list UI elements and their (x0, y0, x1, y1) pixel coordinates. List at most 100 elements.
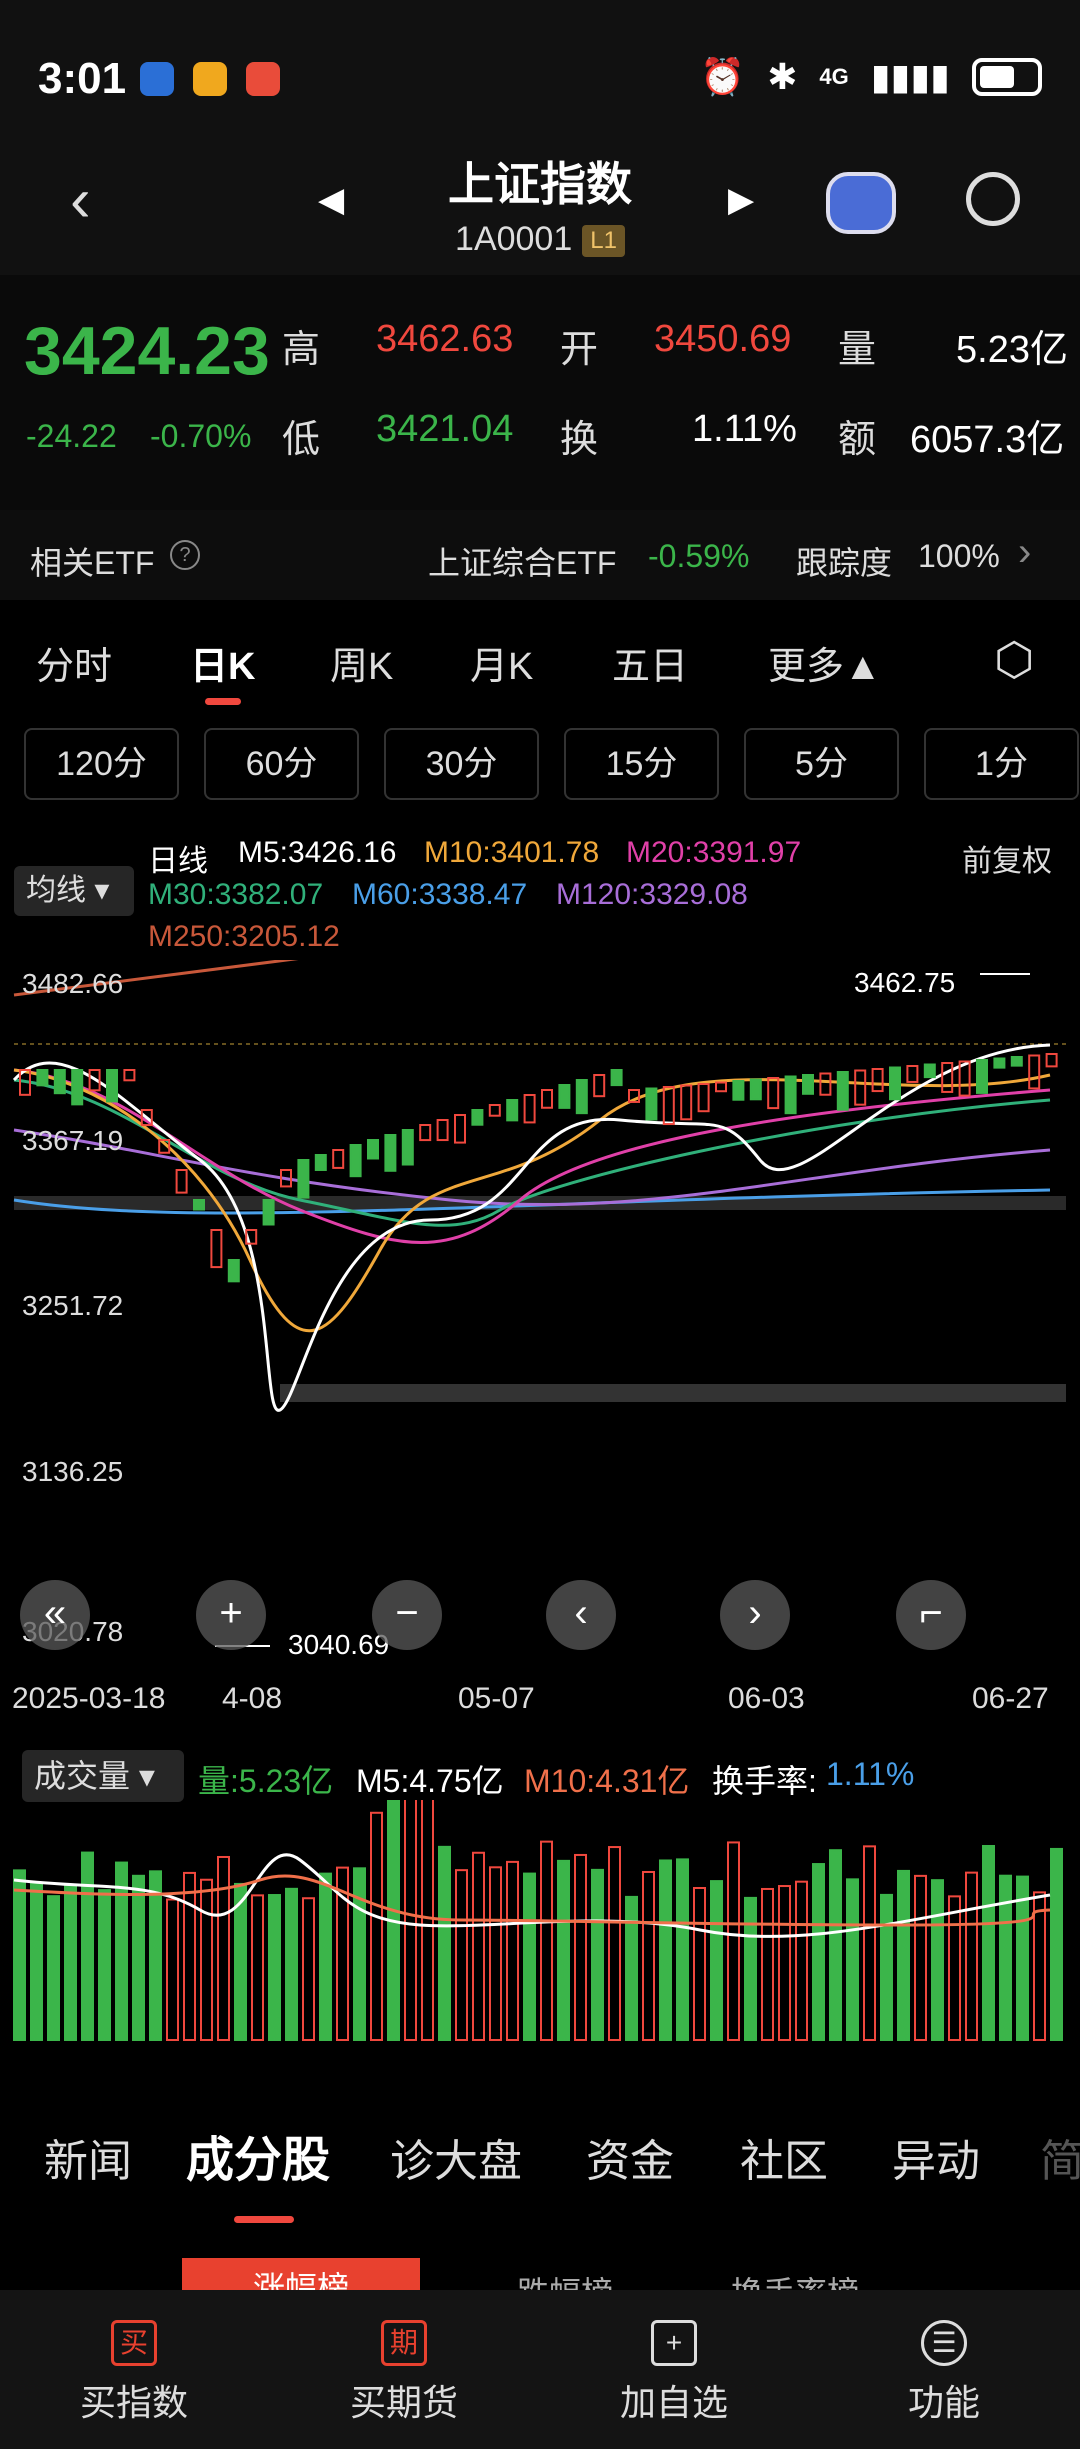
volume-bar (489, 1866, 502, 2041)
fullscreen-icon[interactable]: ⌐ (896, 1580, 966, 1650)
tab-components[interactable]: 成分股 (186, 2120, 330, 2190)
high-value: 3462.63 (376, 318, 514, 360)
tab-intraday[interactable]: 分时 (36, 635, 112, 690)
scroll-left-icon[interactable]: ‹ (546, 1580, 616, 1650)
tab-monthly-k[interactable]: 月K (470, 635, 533, 690)
volume-bar (302, 1897, 315, 2041)
volume-bar (591, 1868, 604, 2041)
tab-news[interactable]: 新闻 (44, 2125, 132, 2189)
volume-bar (693, 1886, 706, 2041)
volume-bar (676, 1858, 689, 2042)
robot-assistant-icon[interactable] (826, 172, 896, 234)
functions-label: 功能 (907, 2382, 980, 2423)
tab-diagnose[interactable]: 诊大盘 (390, 2125, 522, 2189)
candle (314, 1154, 327, 1171)
volume-bar (761, 1887, 774, 2041)
zoom-in-icon[interactable]: + (196, 1580, 266, 1650)
quote-panel (0, 275, 1080, 510)
turnover-value: 1.11% (692, 408, 797, 450)
candle (297, 1159, 310, 1199)
status-time: 3:01 (38, 54, 127, 103)
price-axis-4: 3136.25 (22, 1456, 124, 1487)
ma10-value: M10:3401.78 (424, 836, 600, 869)
tab-funds[interactable]: 资金 (586, 2125, 674, 2189)
zoom-out-fast-icon[interactable]: « (20, 1580, 90, 1650)
volume-bar (183, 1871, 196, 2041)
volume-bar (795, 1880, 808, 2041)
buy-futures-label: 买期货 (349, 2382, 458, 2423)
period-30m[interactable]: 30分 (384, 728, 539, 800)
add-watchlist-button[interactable]: + 加自选 (574, 2320, 774, 2426)
bottom-tab-underline (234, 2216, 294, 2223)
candle (662, 1086, 675, 1126)
status-right: ⏰ ✱ 4G ▮▮▮▮ (700, 56, 1042, 98)
chevron-right-icon[interactable]: › (1018, 530, 1031, 575)
candle (784, 1075, 797, 1115)
battery-icon (972, 58, 1042, 96)
volume-button[interactable]: 成交量 ▾ (22, 1750, 184, 1802)
tab-abnormal[interactable]: 异动 (892, 2125, 980, 2189)
candle (349, 1144, 362, 1178)
volume-bar (744, 1896, 757, 2041)
tab-more[interactable]: 更多▲ (768, 635, 882, 690)
date-axis-2: 05-07 (458, 1682, 535, 1715)
candle (123, 1069, 136, 1082)
volume-bar (574, 1853, 587, 2041)
period-120m[interactable]: 120分 (24, 728, 179, 800)
help-icon[interactable]: ? (170, 540, 200, 570)
period-1m[interactable]: 1分 (924, 728, 1079, 800)
turnover-label: 换 (560, 419, 599, 461)
candle (1028, 1054, 1041, 1090)
scroll-right-icon[interactable]: › (720, 1580, 790, 1650)
candle (715, 1081, 727, 1093)
track-value: 100% (918, 538, 1000, 574)
candle (941, 1062, 954, 1093)
ma5-value: M5:3426.16 (238, 836, 397, 869)
volume-bar (30, 1882, 43, 2041)
volume-now: 量:5.23亿 (198, 1763, 334, 1799)
tab-community[interactable]: 社区 (740, 2125, 828, 2189)
volume-bar (659, 1859, 672, 2042)
ma-button[interactable]: 均线 ▾ (14, 866, 134, 916)
stock-code: 1A0001 (455, 220, 573, 258)
volume-bar (999, 1874, 1012, 2041)
candle (193, 1199, 205, 1211)
settings-hex-icon[interactable]: ⬡ (994, 632, 1034, 686)
volume-bar (81, 1851, 94, 2041)
candle (558, 1084, 571, 1109)
adjust-label[interactable]: 前复权 (962, 836, 1052, 880)
next-stock-icon[interactable]: ▶ (728, 180, 754, 220)
tab-weekly-k[interactable]: 周K (330, 635, 393, 690)
date-axis-1: 4-08 (222, 1682, 283, 1715)
kline-chart[interactable]: 3462.75 3040.69 (0, 960, 1080, 1660)
notes-app-icon (193, 62, 227, 96)
period-60m[interactable]: 60分 (204, 728, 359, 800)
buy-index-button[interactable]: 买买指数 (34, 2320, 234, 2426)
volume-bar (166, 1898, 179, 2041)
volume-bar (846, 1878, 859, 2042)
zoom-out-icon[interactable]: − (372, 1580, 442, 1650)
ma-kind: 日线 (148, 845, 208, 878)
period-5m[interactable]: 5分 (744, 728, 899, 800)
buy-futures-button[interactable]: 期买期货 (304, 2320, 504, 2426)
candle (889, 1066, 901, 1101)
functions-button[interactable]: ☰ 功能 (844, 2320, 1044, 2426)
period-15m[interactable]: 15分 (564, 728, 719, 800)
tab-daily-k[interactable]: 日K (190, 635, 255, 690)
candle (541, 1089, 553, 1109)
volume-bar (608, 1846, 621, 2041)
tab-five-day[interactable]: 五日 (612, 635, 688, 690)
buy-index-icon: 买 (111, 2320, 157, 2366)
candle (210, 1229, 223, 1269)
search-icon[interactable] (966, 172, 1020, 226)
volume-bar (540, 1840, 553, 2041)
tab-brief[interactable]: 简 (1040, 2125, 1080, 2189)
volume-bar (13, 1869, 26, 2041)
ma30-value: M30:3382.07 (148, 878, 324, 911)
volume-bar (251, 1894, 264, 2041)
stock-code-row: 1A0001 L1 (0, 220, 1080, 259)
candle (923, 1063, 936, 1079)
candle (36, 1069, 49, 1087)
volume-bar (812, 1863, 825, 2041)
candle (680, 1084, 693, 1121)
